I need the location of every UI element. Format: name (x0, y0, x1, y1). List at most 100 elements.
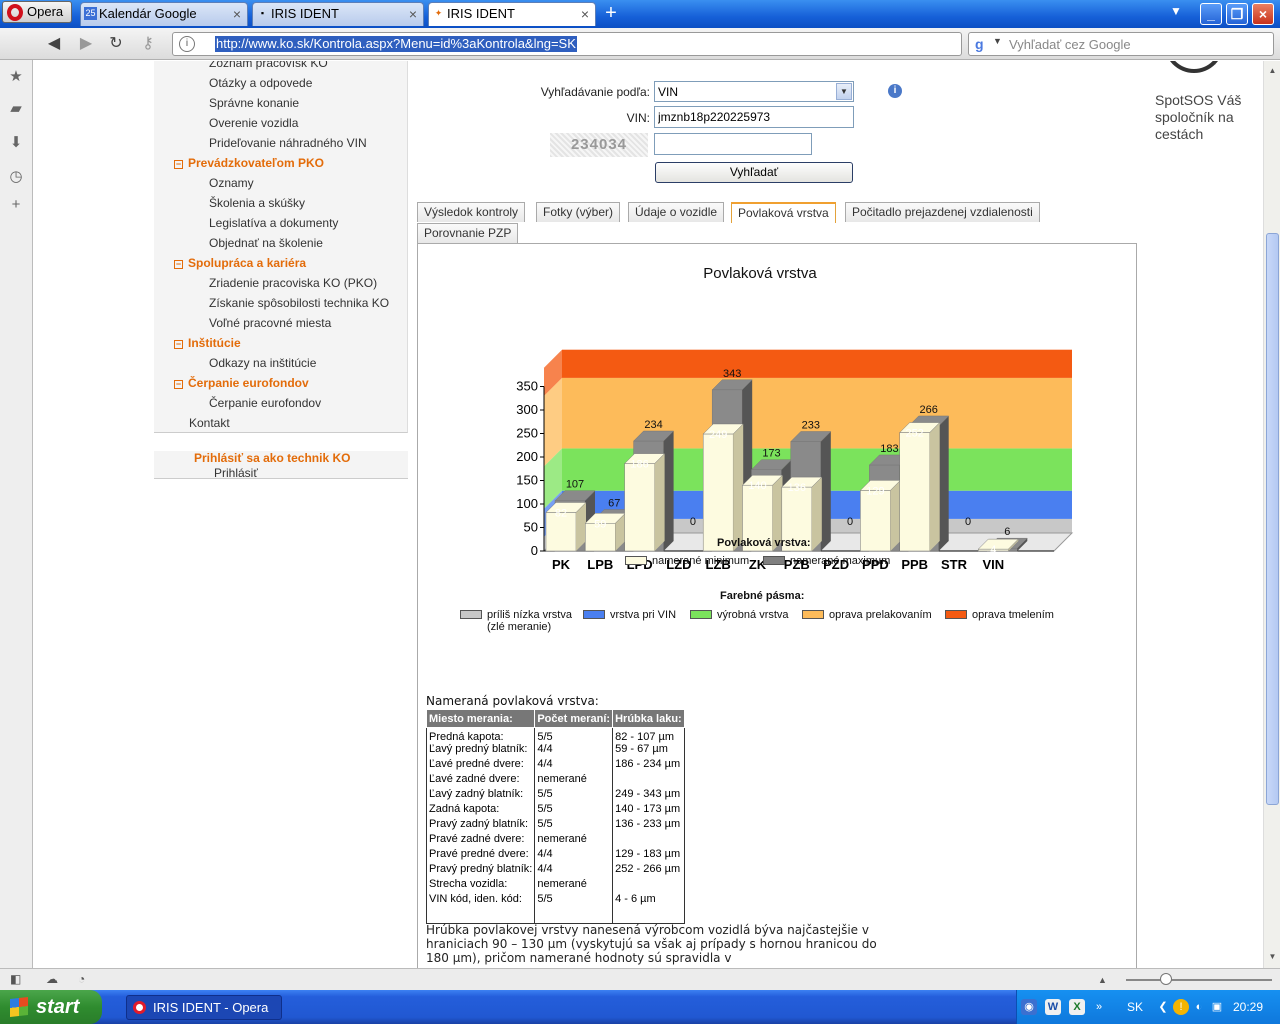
table-cell: 5/5 (534, 893, 613, 908)
opera-logo-icon (7, 4, 23, 21)
menu-item[interactable]: Voľné pracovné miesta (209, 316, 331, 330)
chevron-up-icon[interactable]: ▲ (1098, 975, 1107, 985)
reload-icon[interactable]: ↻ (106, 34, 126, 54)
collapse-icon[interactable]: − (174, 160, 183, 169)
bookmarks-star-icon[interactable]: ★ (7, 68, 25, 86)
new-tab-button[interactable]: + (600, 3, 622, 25)
table-cell: Ľavý zadný blatník: (425, 788, 535, 803)
search-button[interactable]: Vyhľadať (655, 162, 853, 183)
taskbar-window-opera[interactable]: IRIS IDENT - Opera (126, 995, 282, 1020)
tab-povlakova-vrstva[interactable]: Povlaková vrstva (731, 202, 836, 223)
speed-dial-icon[interactable]: ◔ (78, 972, 85, 986)
menu-item[interactable]: Objednať na školenie (209, 236, 323, 250)
excel-icon[interactable]: X (1069, 999, 1085, 1015)
menu-item[interactable]: Prideľovanie náhradného VIN (209, 136, 367, 150)
scroll-up-icon[interactable]: ▲ (1266, 63, 1279, 79)
minimize-button[interactable]: _ (1200, 3, 1222, 25)
table-cell: Zadná kapota: (425, 803, 535, 818)
chevron-right-icon[interactable]: » (1093, 999, 1105, 1015)
collapse-icon[interactable]: − (174, 340, 183, 349)
table-row: Zadná kapota: 5/5 140 - 173 µm (425, 803, 685, 818)
turbo-cloud-icon[interactable]: ☁ (46, 972, 58, 986)
vertical-scrollbar[interactable]: ▲ ▼ (1263, 61, 1280, 968)
panel-toggle-icon[interactable]: ◧ (10, 972, 21, 986)
opera-menu-button[interactable]: Opera (2, 1, 72, 23)
forward-icon[interactable]: ▶ (76, 34, 96, 54)
chevron-down-icon[interactable]: ▼ (993, 36, 1002, 46)
tray-info-icon[interactable]: ! (1173, 999, 1189, 1015)
info-icon[interactable]: i (888, 84, 902, 98)
start-label: start (36, 996, 80, 1018)
spotsos-ad-text[interactable]: SpotSOS Váš spoločník na cestách (1155, 92, 1263, 143)
tab-udaje-o-vozidle[interactable]: Údaje o vozidle (628, 202, 725, 222)
address-bar[interactable]: i http://www.ko.sk/Kontrola.aspx?Menu=id… (172, 32, 962, 56)
menu-item[interactable]: Otázky a odpovede (209, 76, 312, 90)
collapse-icon[interactable]: − (174, 380, 183, 389)
search-bar[interactable]: g ▼ Vyhľadať cez Google (968, 32, 1274, 56)
tab-kalendar-google[interactable]: 25 Kalendár Google × (80, 2, 248, 26)
menu-item[interactable]: Overenie vozidla (209, 116, 298, 130)
site-favicon-icon: ✦ (434, 8, 443, 18)
downloads-icon[interactable]: ⬇ (7, 134, 25, 152)
tray-network-icon[interactable]: ◐ (1191, 999, 1207, 1015)
zoom-slider-track[interactable] (1126, 979, 1272, 981)
tab-porovnanie-pzp[interactable]: Porovnanie PZP (417, 223, 519, 243)
table-cell (612, 833, 685, 848)
table-cell: Ľavé zadné dvere: (425, 773, 535, 788)
zoom-slider-knob[interactable] (1160, 973, 1172, 985)
close-tab-icon[interactable]: × (233, 3, 241, 25)
start-button[interactable]: start (0, 990, 102, 1024)
spotsos-logo-icon[interactable] (1164, 61, 1224, 73)
tab-iris-ident-2[interactable]: ✦ IRIS IDENT × (428, 2, 596, 26)
menu-item[interactable]: Kontakt (189, 416, 230, 430)
close-window-button[interactable]: × (1252, 3, 1274, 25)
notes-icon[interactable]: ▰ (7, 100, 25, 118)
table-cell: 4/4 (534, 758, 613, 773)
tab-list-chevron-icon[interactable]: ▼ (1170, 4, 1182, 18)
table-cell: 249 - 343 µm (612, 788, 685, 803)
vin-input[interactable] (654, 106, 854, 128)
data-label-maximum: 67 (608, 498, 620, 510)
bands-legend-title: Farebné pásma: (720, 590, 805, 602)
add-panel-icon[interactable]: + (7, 196, 25, 214)
scrollbar-thumb[interactable] (1266, 233, 1279, 805)
google-icon[interactable]: g (975, 36, 984, 52)
close-tab-icon[interactable]: × (581, 3, 589, 25)
menu-item[interactable]: Odkazy na inštitúcie (209, 356, 316, 370)
tab-iris-ident-1[interactable]: ▪ IRIS IDENT × (252, 2, 424, 26)
tray-app-icon[interactable]: ◉ (1021, 999, 1037, 1015)
search-by-select[interactable]: VIN ▼ (654, 81, 854, 102)
menu-section-header[interactable]: − Prevádzkovateľom PKO (174, 156, 324, 170)
maximize-button[interactable]: ❐ (1226, 3, 1248, 25)
menu-item[interactable]: Získanie spôsobilosti technika KO (209, 296, 389, 310)
collapse-icon[interactable]: − (174, 260, 183, 269)
scroll-down-icon[interactable]: ▼ (1266, 949, 1279, 965)
chevron-down-icon[interactable]: ▼ (836, 83, 852, 100)
keyboard-language[interactable]: SK (1127, 1000, 1143, 1014)
opera-menu-label: Opera (27, 4, 64, 19)
tray-back-icon[interactable]: ❮ (1155, 999, 1171, 1015)
menu-item[interactable]: Zriadenie pracoviska KO (PKO) (209, 276, 377, 290)
close-tab-icon[interactable]: × (409, 3, 417, 25)
menu-item[interactable]: Školenia a skúšky (209, 196, 305, 210)
tray-device-icon[interactable]: ▣ (1209, 999, 1225, 1015)
tab-pocitadlo[interactable]: Počitadlo prejazdenej vzdialenosti (845, 202, 1040, 222)
back-icon[interactable]: ◀ (44, 34, 64, 54)
menu-item[interactable]: Čerpanie eurofondov (209, 396, 321, 410)
site-info-icon[interactable]: i (179, 36, 195, 52)
menu-section-header[interactable]: − Čerpanie eurofondov (174, 376, 309, 390)
url-text[interactable]: http://www.ko.sk/Kontrola.aspx?Menu=id%3… (215, 36, 577, 52)
menu-section-header[interactable]: − Spolupráca a kariéra (174, 256, 306, 270)
login-link[interactable]: Prihlásiť (214, 466, 258, 480)
tab-fotky[interactable]: Fotky (výber) (536, 202, 621, 222)
history-clock-icon[interactable]: ◷ (7, 168, 25, 186)
key-icon[interactable]: ⚷ (138, 34, 158, 54)
menu-item[interactable]: Legislatíva a dokumenty (209, 216, 338, 230)
word-icon[interactable]: W (1045, 999, 1061, 1015)
menu-item[interactable]: Oznamy (209, 176, 254, 190)
tab-vysledok-kontroly[interactable]: Výsledok kontroly (417, 202, 526, 222)
menu-item[interactable]: Správne konanie (209, 96, 299, 110)
menu-section-header[interactable]: − Inštitúcie (174, 336, 241, 350)
menu-item[interactable]: Zoznam pracovísk KO (209, 61, 328, 70)
captcha-input[interactable] (654, 133, 812, 155)
